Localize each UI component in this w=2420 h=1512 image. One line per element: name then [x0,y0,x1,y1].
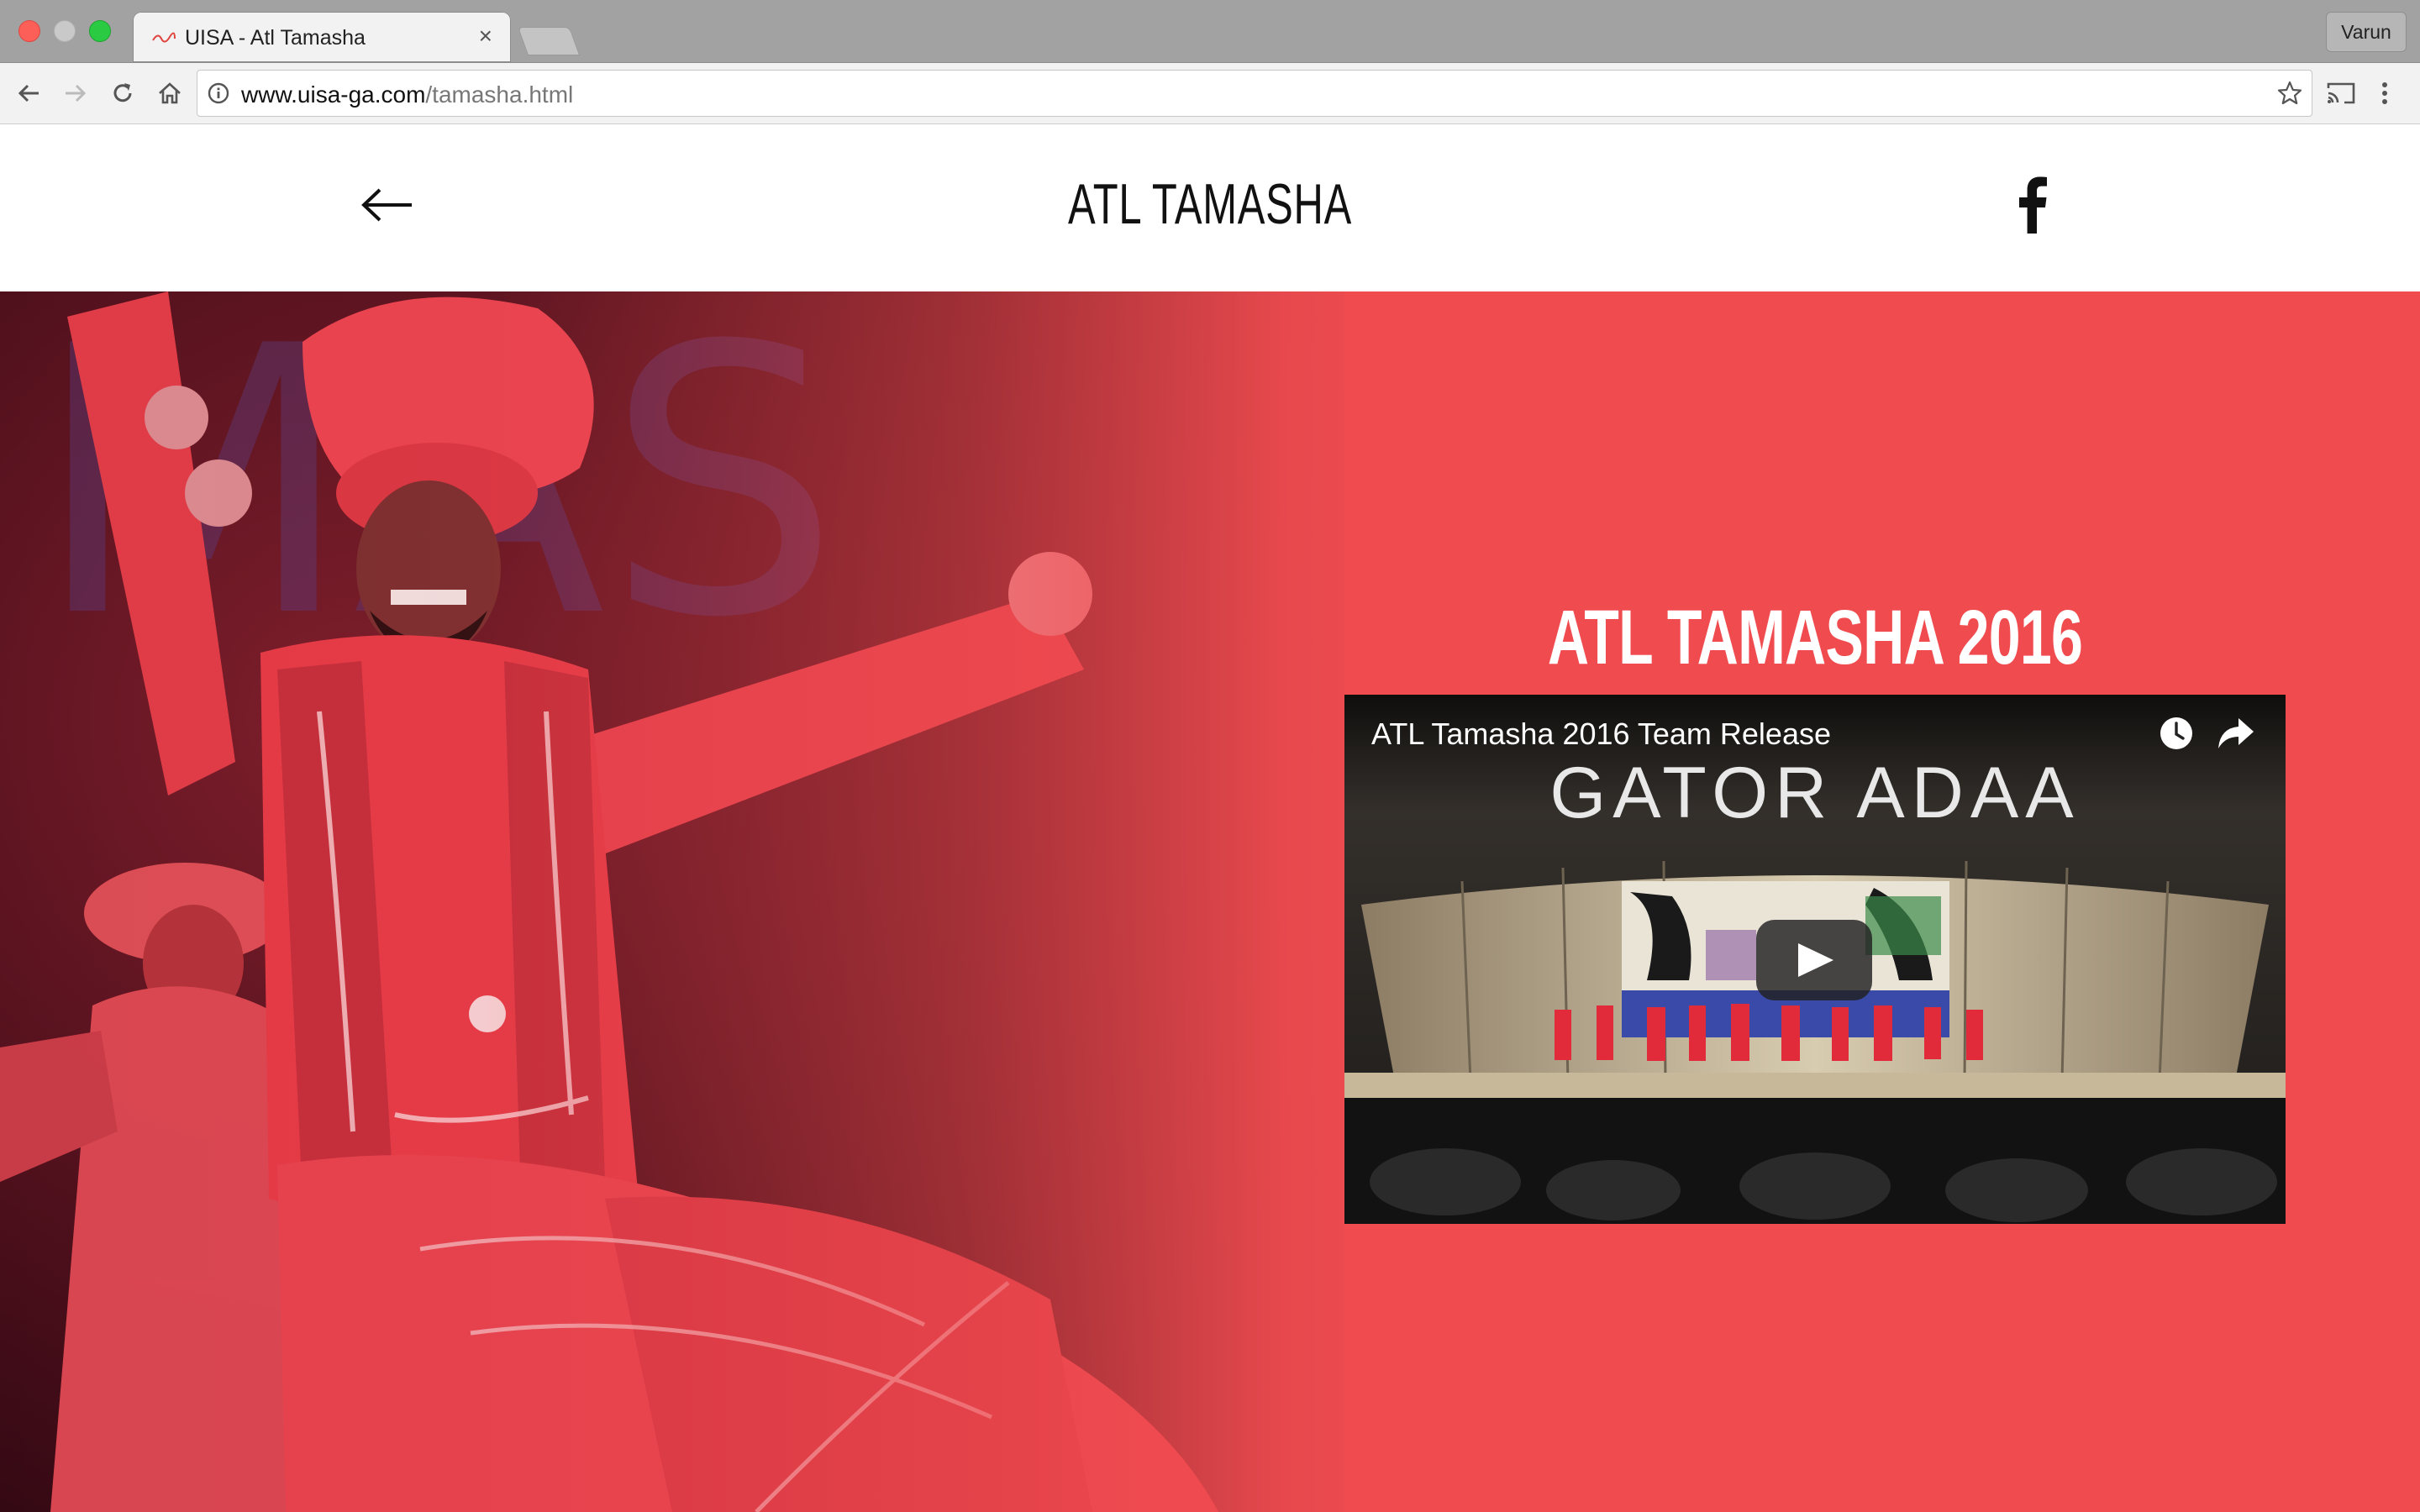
back-icon[interactable] [13,78,44,108]
facebook-icon[interactable] [2018,176,2047,234]
new-tab-button[interactable] [517,27,581,55]
forward-icon[interactable] [60,78,91,108]
watch-later-icon[interactable] [2158,715,2195,752]
maximize-window-button[interactable] [89,20,111,42]
url-host: www.uisa-ga.com [241,81,426,108]
minimize-window-button[interactable] [54,20,76,42]
video-banner-text: GATOR ADAA [1549,753,2081,833]
browser-toolbar: www.uisa-ga.com/tamasha.html [0,63,2420,124]
reload-icon[interactable] [108,78,138,108]
share-icon[interactable] [2217,717,2255,750]
video-title[interactable]: ATL Tamasha 2016 Team Release [1371,717,1831,752]
site-header: ATL TAMASHA [0,124,2420,291]
play-button[interactable] [1756,920,1872,1000]
address-bar[interactable]: www.uisa-ga.com/tamasha.html [197,70,2312,117]
home-icon[interactable] [155,78,185,108]
menu-icon[interactable] [2378,78,2391,108]
youtube-video-embed[interactable]: GATOR ADAA ATL Tamasha 2016 Team Release [1344,695,2286,1224]
browser-tab-strip: UISA - Atl Tamasha × Varun [0,0,2420,63]
browser-tab-active[interactable]: UISA - Atl Tamasha × [133,12,511,62]
url-text: www.uisa-ga.com/tamasha.html [241,81,573,108]
profile-button[interactable]: Varun [2326,12,2407,52]
page-title: ATL TAMASHA [1067,172,1353,236]
tab-title: UISA - Atl Tamasha [185,26,366,50]
info-icon[interactable] [208,82,229,104]
tab-close-button[interactable]: × [479,24,492,49]
hero-section: MAS [0,291,2420,1512]
cast-icon[interactable] [2326,80,2356,107]
close-window-button[interactable] [18,20,40,42]
section-title: ATL TAMASHA 2016 [1547,595,2083,680]
bookmark-star-icon[interactable] [2276,80,2303,107]
url-path: /tamasha.html [425,81,574,108]
site-favicon-icon [152,32,176,43]
play-icon [1798,943,1833,977]
